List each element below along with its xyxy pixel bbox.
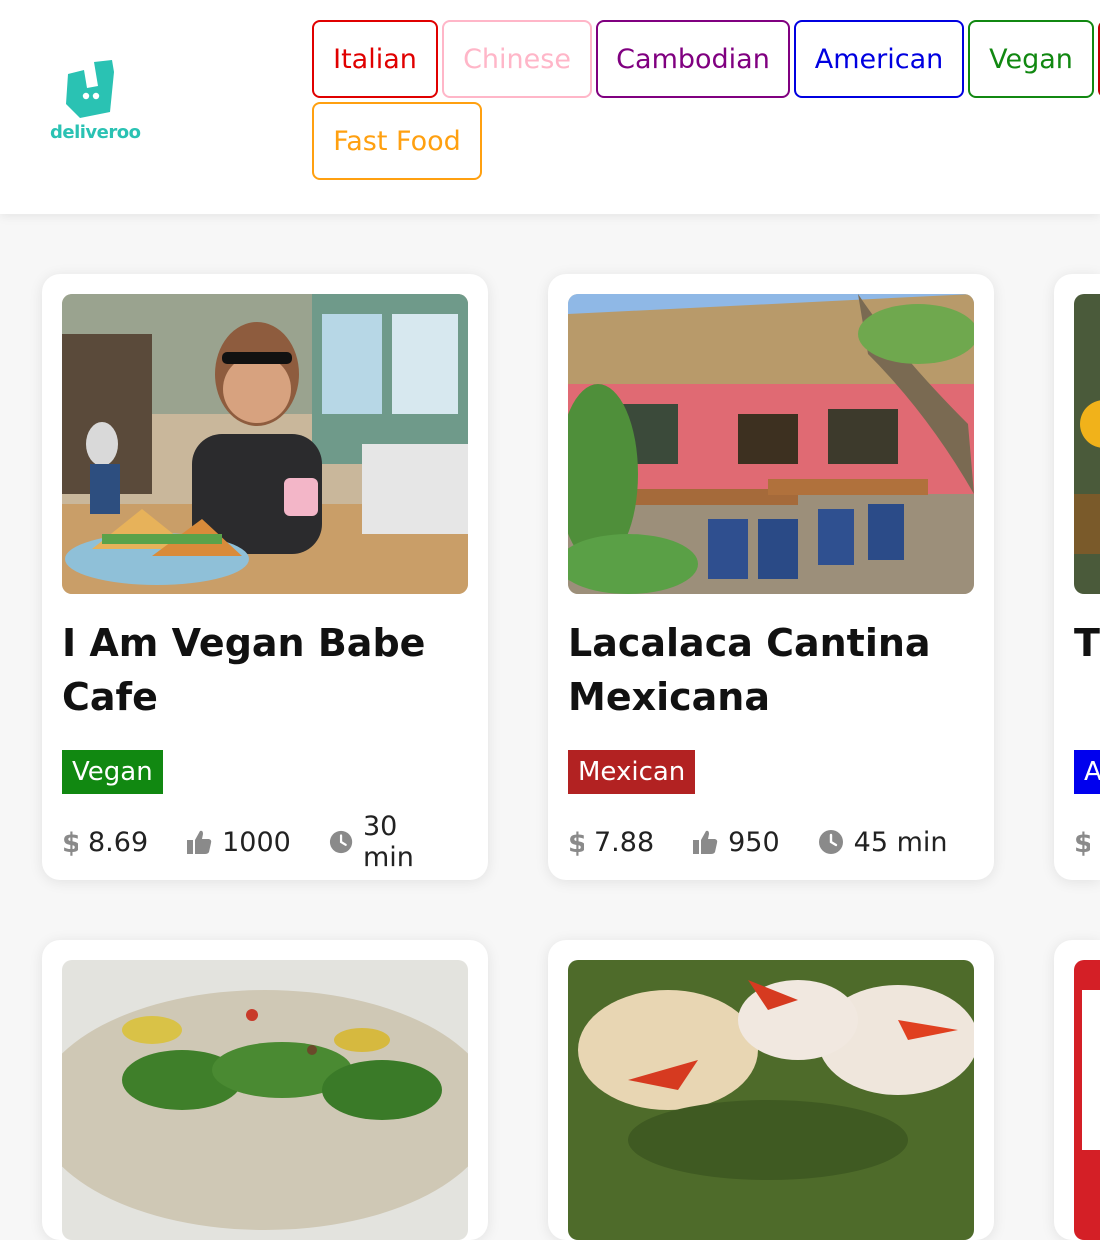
restaurant-card[interactable]: Th A $: [1054, 274, 1100, 880]
filter-fast-food[interactable]: Fast Food: [312, 102, 482, 180]
deliveroo-logo[interactable]: deliveroo: [50, 60, 141, 150]
likes-value: 950: [728, 826, 780, 858]
svg-text:$: $: [62, 828, 78, 856]
restaurant-card[interactable]: [1054, 940, 1100, 1240]
restaurant-card[interactable]: [42, 940, 488, 1240]
filter-chinese[interactable]: Chinese: [442, 20, 592, 98]
restaurant-photo: [568, 294, 974, 594]
dollar-icon: $: [1074, 828, 1090, 856]
time-stat: 30 min: [329, 811, 450, 873]
kangaroo-icon: [66, 60, 114, 118]
filter-american[interactable]: American: [794, 20, 964, 98]
likes-stat: 1000: [186, 827, 291, 858]
price-stat: $ 7.88: [568, 827, 654, 858]
category-badge: Vegan: [62, 750, 163, 794]
dollar-icon: $: [62, 828, 78, 856]
restaurant-photo: [1074, 960, 1100, 1240]
restaurant-stats: $ 7.88 950 45 min: [568, 824, 986, 860]
thumbs-up-icon: [187, 830, 212, 854]
brand-name: deliveroo: [50, 122, 141, 143]
svg-text:$: $: [1074, 828, 1090, 856]
restaurant-card[interactable]: I Am Vegan Babe Cafe Vegan $ 8.69 1000 3…: [42, 274, 488, 880]
restaurant-photo: [1074, 294, 1100, 594]
restaurant-stats: $ 8.69 1000 30 min: [62, 811, 488, 873]
restaurant-name: Th: [1074, 621, 1100, 665]
clock-icon: [818, 830, 843, 854]
restaurant-grid: I Am Vegan Babe Cafe Vegan $ 8.69 1000 3…: [0, 214, 1100, 1240]
category-badge: A: [1074, 750, 1100, 794]
price-value: 7.88: [594, 826, 655, 858]
price-stat: $ 8.69: [62, 827, 148, 858]
filter-vegan[interactable]: Vegan: [968, 20, 1094, 98]
restaurant-name: Lacalaca Cantina Mexicana: [568, 621, 931, 719]
restaurant-photo: [62, 294, 468, 594]
likes-stat: 950: [692, 827, 780, 858]
time-value: 30 min: [362, 811, 414, 873]
svg-text:$: $: [568, 828, 584, 856]
time-stat: 45 min: [818, 827, 948, 858]
restaurant-photo: [568, 960, 974, 1240]
restaurant-photo: [62, 960, 468, 1240]
price-value: 8.69: [88, 826, 149, 858]
restaurant-card[interactable]: [548, 940, 994, 1240]
top-bar: deliveroo Italian Chinese Cambodian Amer…: [0, 0, 1100, 214]
likes-value: 1000: [222, 826, 291, 858]
clock-icon: [329, 830, 353, 854]
filter-italian[interactable]: Italian: [312, 20, 438, 98]
restaurant-card[interactable]: Lacalaca Cantina Mexicana Mexican $ 7.88…: [548, 274, 994, 880]
restaurant-stats: $: [1074, 824, 1090, 860]
dollar-icon: $: [568, 828, 584, 856]
thumbs-up-icon: [693, 830, 718, 854]
category-badge: Mexican: [568, 750, 696, 794]
restaurant-name: I Am Vegan Babe Cafe: [62, 621, 426, 719]
time-value: 45 min: [853, 826, 948, 858]
filter-cambodian[interactable]: Cambodian: [596, 20, 790, 98]
